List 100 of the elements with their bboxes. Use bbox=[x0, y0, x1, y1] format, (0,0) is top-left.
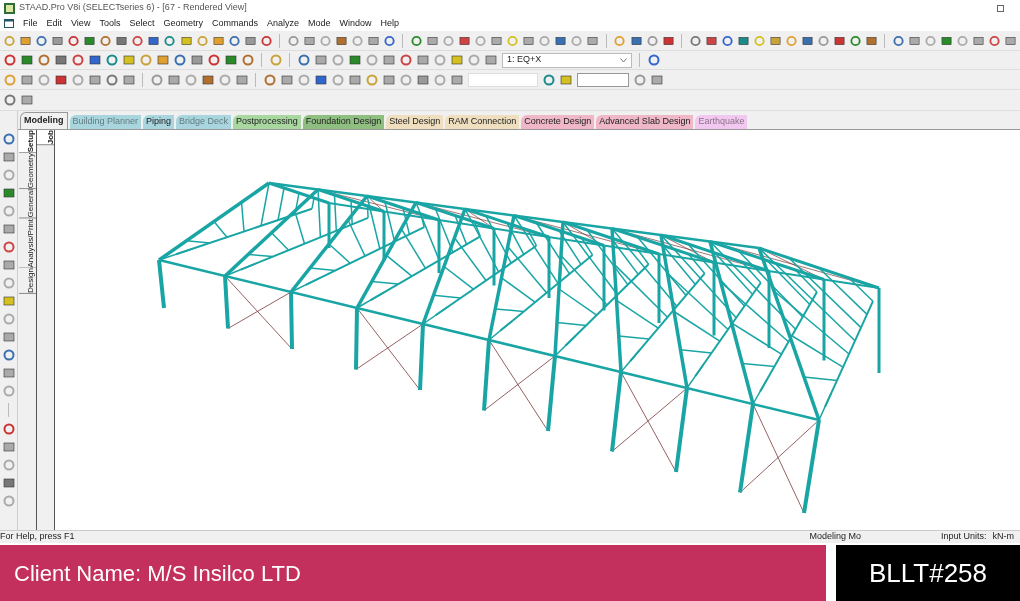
tool-icon[interactable] bbox=[202, 73, 214, 86]
tool-icon[interactable] bbox=[281, 73, 293, 86]
input-field[interactable] bbox=[577, 72, 629, 87]
tool-icon[interactable] bbox=[2, 187, 15, 199]
menu-item[interactable]: Edit bbox=[46, 16, 63, 31]
combo-field[interactable] bbox=[468, 72, 538, 87]
mode-tab[interactable]: Concrete Design bbox=[521, 115, 595, 129]
tool-icon[interactable] bbox=[89, 54, 101, 66]
tool-icon[interactable] bbox=[225, 54, 237, 66]
tool-icon[interactable] bbox=[21, 73, 33, 86]
tool-icon[interactable] bbox=[244, 34, 256, 47]
tool-icon[interactable] bbox=[2, 295, 15, 307]
tool-icon[interactable] bbox=[36, 34, 48, 47]
tool-icon[interactable] bbox=[941, 34, 953, 47]
tool-icon[interactable] bbox=[2, 259, 15, 271]
menu-item[interactable]: Mode bbox=[308, 16, 331, 31]
tool-icon[interactable] bbox=[689, 34, 701, 47]
tool-icon[interactable] bbox=[1005, 34, 1017, 47]
tool-icon[interactable] bbox=[2, 367, 15, 379]
tool-icon[interactable] bbox=[260, 34, 272, 47]
menu-item[interactable]: Tools bbox=[99, 16, 121, 31]
menu-item[interactable]: View bbox=[71, 16, 91, 31]
tool-icon[interactable] bbox=[383, 73, 395, 86]
side-tab[interactable]: Analysis/Print bbox=[18, 218, 36, 269]
menu-item[interactable]: Help bbox=[380, 16, 400, 31]
tool-icon[interactable] bbox=[417, 73, 429, 86]
tool-icon[interactable] bbox=[2, 133, 15, 145]
tool-icon[interactable] bbox=[52, 34, 64, 47]
tool-icon[interactable] bbox=[157, 54, 169, 66]
tool-icon[interactable] bbox=[106, 54, 118, 66]
tool-icon[interactable] bbox=[410, 34, 422, 47]
tool-icon[interactable] bbox=[168, 73, 180, 86]
tool-icon[interactable] bbox=[55, 73, 67, 86]
tool-icon[interactable] bbox=[801, 34, 813, 47]
tool-icon[interactable] bbox=[228, 34, 240, 47]
tool-icon[interactable] bbox=[400, 54, 412, 66]
tool-icon[interactable] bbox=[2, 423, 15, 435]
tool-icon[interactable] bbox=[303, 34, 315, 47]
side-tab[interactable]: Design bbox=[18, 268, 36, 295]
tool-icon[interactable] bbox=[451, 73, 463, 86]
tool-icon[interactable] bbox=[4, 54, 16, 66]
tool-icon[interactable] bbox=[2, 441, 15, 453]
side-tab[interactable]: Job bbox=[37, 130, 54, 146]
tool-icon[interactable] bbox=[543, 73, 555, 86]
tool-icon[interactable] bbox=[100, 34, 112, 47]
tool-icon[interactable] bbox=[21, 94, 33, 106]
tool-icon[interactable] bbox=[630, 34, 642, 47]
tool-icon[interactable] bbox=[2, 477, 15, 489]
tool-icon[interactable] bbox=[72, 54, 84, 66]
tool-icon[interactable] bbox=[850, 34, 862, 47]
tool-icon[interactable] bbox=[989, 34, 1001, 47]
tool-icon[interactable] bbox=[866, 34, 878, 47]
tool-icon[interactable] bbox=[2, 223, 15, 235]
tool-icon[interactable] bbox=[2, 151, 15, 163]
side-tab[interactable]: Geometry bbox=[18, 153, 36, 190]
tool-icon[interactable] bbox=[2, 331, 15, 343]
menu-item[interactable]: Select bbox=[129, 16, 155, 31]
tool-icon[interactable] bbox=[180, 34, 192, 47]
tool-icon[interactable] bbox=[208, 54, 220, 66]
menu-item[interactable]: Geometry bbox=[163, 16, 203, 31]
tool-icon[interactable] bbox=[417, 54, 429, 66]
tool-icon[interactable] bbox=[264, 73, 276, 86]
mode-tab[interactable]: Postprocessing bbox=[233, 115, 301, 129]
tool-icon[interactable] bbox=[212, 34, 224, 47]
menu-item[interactable]: Window bbox=[339, 16, 372, 31]
tool-icon[interactable] bbox=[662, 34, 674, 47]
tool-icon[interactable] bbox=[587, 34, 599, 47]
mode-tab[interactable]: Piping bbox=[143, 115, 175, 129]
menu-item[interactable]: Commands bbox=[211, 16, 258, 31]
menu-item[interactable]: File bbox=[23, 16, 38, 31]
side-tab[interactable]: Setup bbox=[18, 130, 36, 154]
tool-icon[interactable] bbox=[55, 54, 67, 66]
tool-icon[interactable] bbox=[106, 73, 118, 86]
tool-icon[interactable] bbox=[164, 34, 176, 47]
tool-icon[interactable] bbox=[560, 73, 572, 86]
tool-icon[interactable] bbox=[2, 349, 15, 361]
tool-icon[interactable] bbox=[148, 34, 160, 47]
tool-icon[interactable] bbox=[84, 34, 96, 47]
tool-icon[interactable] bbox=[555, 34, 567, 47]
tool-icon[interactable] bbox=[38, 54, 50, 66]
tool-icon[interactable] bbox=[123, 73, 135, 86]
tool-icon[interactable] bbox=[973, 34, 985, 47]
mode-tab[interactable]: RAM Connection bbox=[445, 115, 520, 129]
tool-icon[interactable] bbox=[21, 54, 33, 66]
tool-icon[interactable] bbox=[705, 34, 717, 47]
tool-icon[interactable] bbox=[384, 34, 396, 47]
tool-icon[interactable] bbox=[236, 73, 248, 86]
tool-icon[interactable] bbox=[459, 34, 471, 47]
tool-icon[interactable] bbox=[427, 34, 439, 47]
load-case-dropdown[interactable]: 1: EQ+X bbox=[502, 52, 632, 68]
tool-icon[interactable] bbox=[349, 73, 361, 86]
tool-icon[interactable] bbox=[651, 73, 663, 86]
mode-tab[interactable]: Steel Design bbox=[386, 115, 444, 129]
tool-icon[interactable] bbox=[4, 94, 16, 106]
tool-icon[interactable] bbox=[2, 241, 15, 253]
tool-icon[interactable] bbox=[242, 54, 254, 66]
tool-icon[interactable] bbox=[315, 73, 327, 86]
tool-icon[interactable] bbox=[123, 54, 135, 66]
tool-icon[interactable] bbox=[648, 54, 660, 66]
menu-item[interactable]: Analyze bbox=[266, 16, 299, 31]
